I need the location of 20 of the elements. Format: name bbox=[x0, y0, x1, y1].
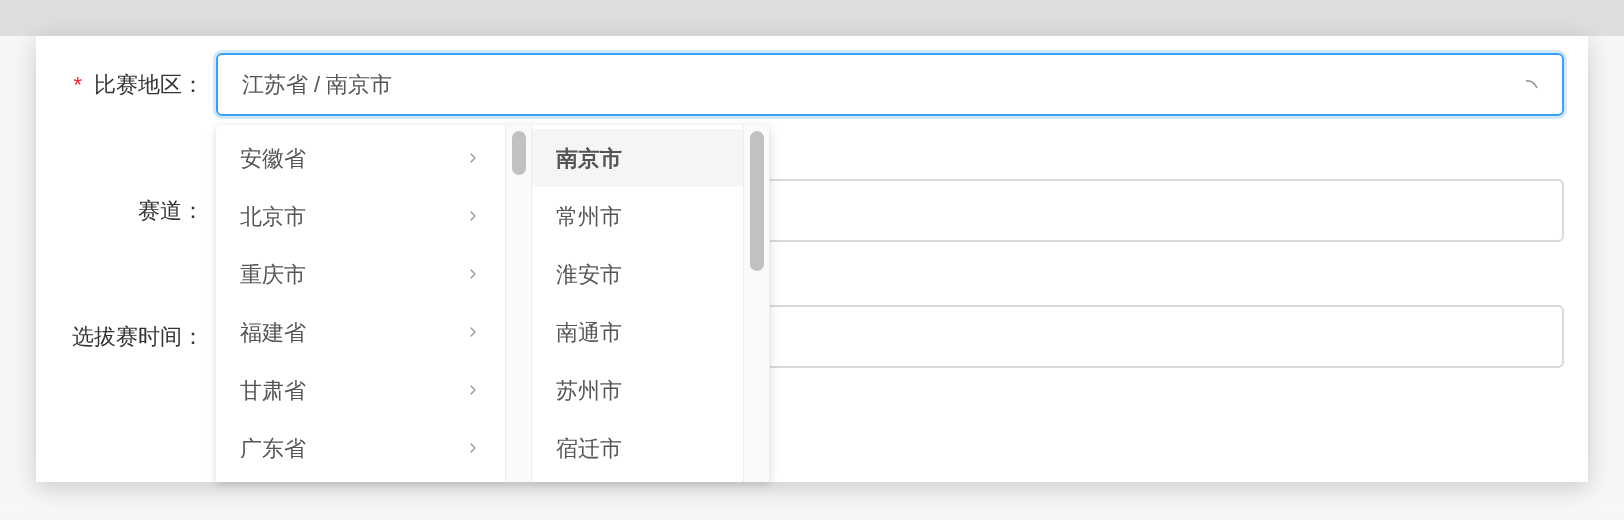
field-label: 赛道： bbox=[138, 197, 204, 225]
cascader-option[interactable]: 宿迁市 bbox=[532, 419, 743, 477]
required-mark: * bbox=[73, 71, 82, 99]
cascader-option[interactable]: 南京市 bbox=[532, 129, 743, 187]
input-field[interactable]: 江苏省 / 南京市 bbox=[216, 53, 1564, 116]
loading-spinner-icon bbox=[1525, 80, 1538, 89]
field-label: 比赛地区： bbox=[94, 71, 204, 99]
cascader-option[interactable]: 淮安市 bbox=[532, 245, 743, 303]
field-label: 选拔赛时间： bbox=[72, 323, 204, 351]
cascader-option[interactable]: 重庆市 bbox=[216, 245, 505, 303]
cascader-option[interactable]: 北京市 bbox=[216, 187, 505, 245]
cascader-option[interactable]: 福建省 bbox=[216, 303, 505, 361]
cascader-option[interactable]: 安徽省 bbox=[216, 129, 505, 187]
cascader-option[interactable]: 广东省 bbox=[216, 419, 505, 477]
cascader-option[interactable]: 南通市 bbox=[532, 303, 743, 361]
scrollbar-thumb[interactable] bbox=[511, 131, 526, 175]
cascader-option[interactable]: 苏州市 bbox=[532, 361, 743, 419]
cascader-option[interactable]: 甘肃省 bbox=[216, 361, 505, 419]
scrollbar-thumb[interactable] bbox=[749, 131, 764, 271]
cascader-option[interactable]: 常州市 bbox=[532, 187, 743, 245]
